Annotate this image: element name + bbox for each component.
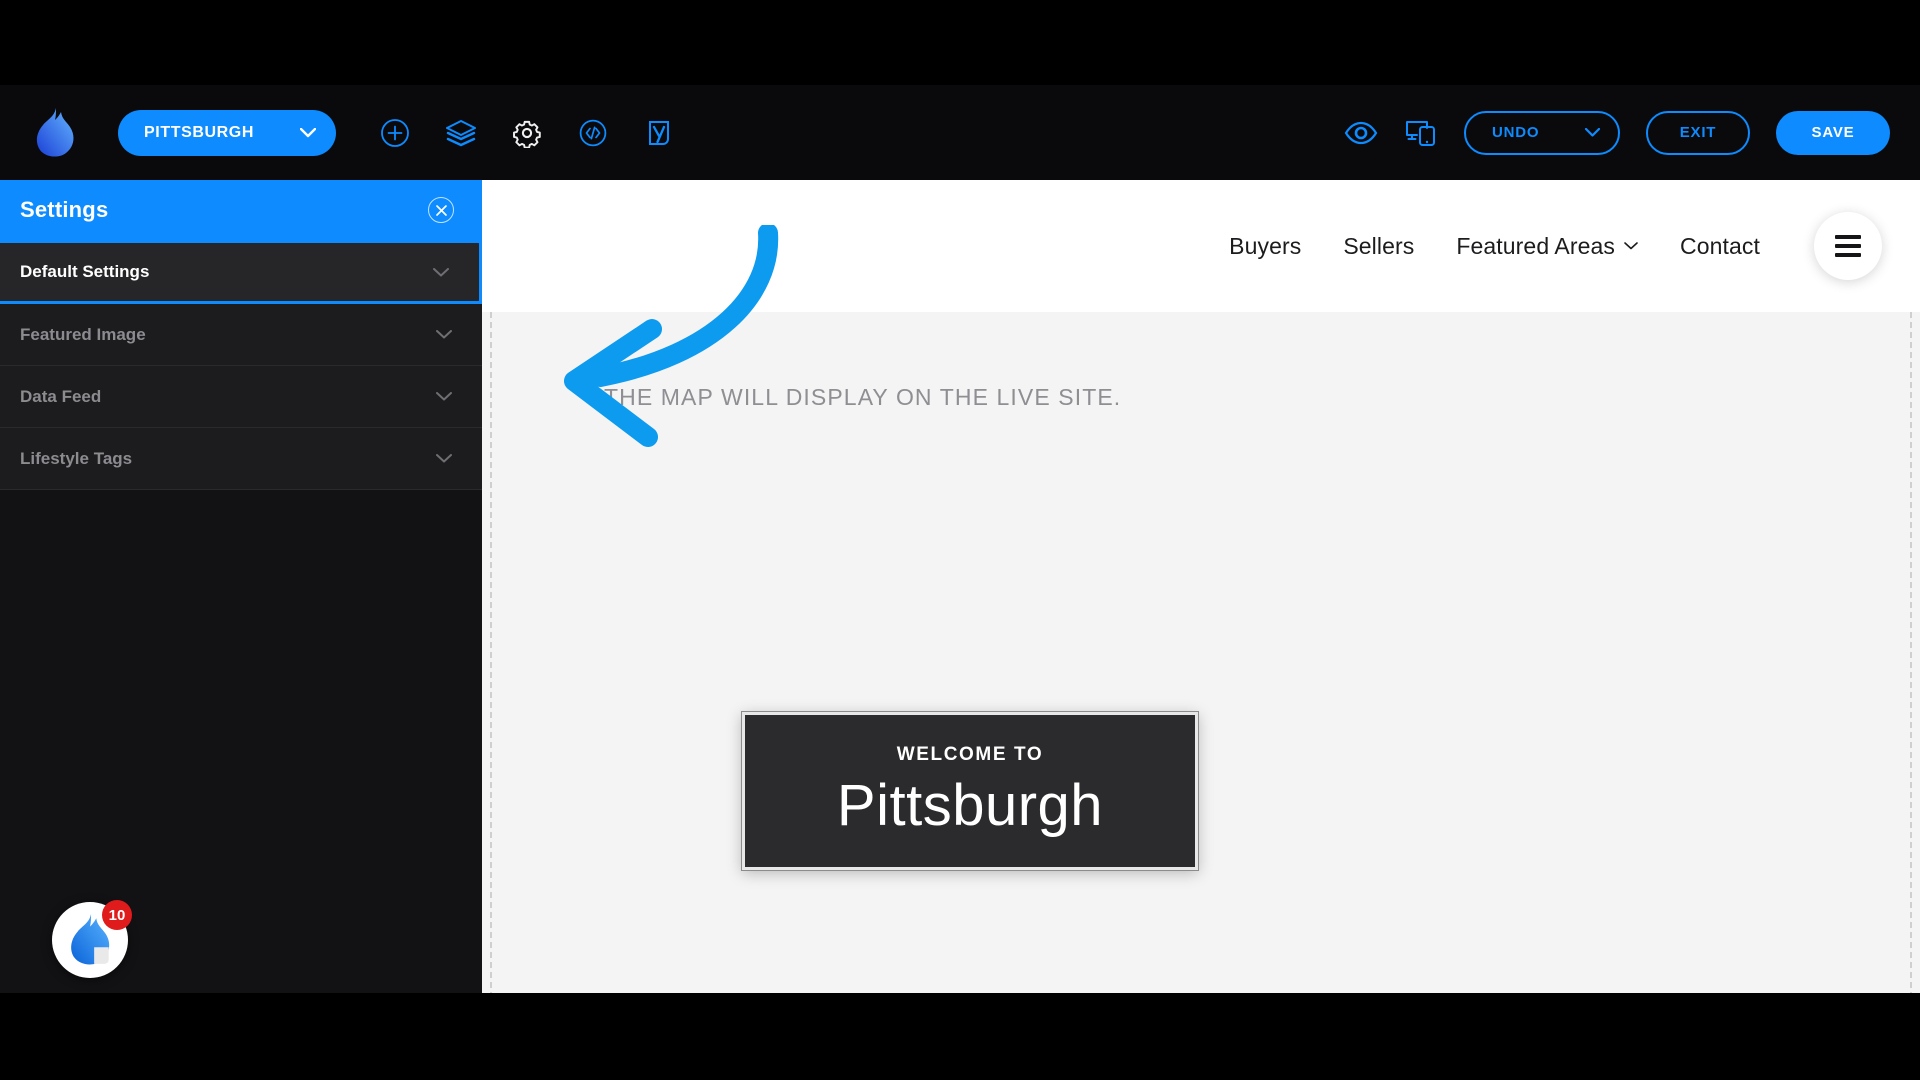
welcome-city-name: Pittsburgh	[836, 772, 1104, 838]
chevron-down-icon	[300, 127, 316, 137]
welcome-banner[interactable]: WELCOME TO Pittsburgh	[741, 711, 1199, 871]
sidebar-item-featured-image[interactable]: Featured Image	[0, 304, 482, 366]
yoast-seo-icon[interactable]	[642, 116, 676, 150]
sidebar-item-label: Default Settings	[20, 262, 150, 281]
chevron-down-icon	[436, 392, 452, 401]
undo-label: UNDO	[1492, 124, 1540, 141]
chat-badge-count: 10	[102, 900, 132, 930]
city-selector-button[interactable]: PITTSBURGH	[118, 109, 336, 156]
sidebar-item-lifestyle-tags[interactable]: Lifestyle Tags	[0, 428, 482, 490]
editor-toolbar: PITTSBURGH UNDO EXIT SAVE	[0, 85, 1920, 180]
nav-link-label: Featured Areas	[1456, 232, 1616, 259]
nav-link-label: Contact	[1680, 232, 1760, 259]
preview-eye-icon[interactable]	[1344, 116, 1378, 150]
editor-frame: PITTSBURGH UNDO EXIT SAVE Settings Defau…	[0, 85, 1920, 993]
nav-link-contact[interactable]: Contact	[1680, 233, 1760, 260]
site-navigation-bar: Buyers Sellers Featured Areas Contact	[482, 180, 1920, 312]
settings-sidebar: Settings Default Settings Featured Image…	[0, 180, 482, 993]
nav-link-sellers[interactable]: Sellers	[1343, 233, 1414, 260]
exit-button[interactable]: EXIT	[1646, 110, 1750, 155]
sidebar-title: Settings	[20, 197, 109, 222]
exit-label: EXIT	[1679, 124, 1717, 141]
nav-link-label: Buyers	[1229, 232, 1302, 259]
map-placeholder-text: THE MAP WILL DISPLAY ON THE LIVE SITE.	[604, 384, 1122, 410]
add-element-icon[interactable]	[378, 116, 412, 150]
nav-link-featured-areas[interactable]: Featured Areas	[1456, 233, 1638, 260]
hamburger-menu-icon[interactable]	[1814, 212, 1882, 280]
responsive-device-icon[interactable]	[1404, 116, 1438, 150]
toolbar-icon-group	[378, 116, 676, 150]
nav-link-label: Sellers	[1343, 232, 1415, 259]
nav-link-buyers[interactable]: Buyers	[1229, 233, 1301, 260]
close-circle-icon[interactable]	[428, 197, 454, 223]
chevron-down-icon	[1624, 242, 1638, 250]
sidebar-item-label: Data Feed	[20, 386, 102, 406]
save-label: SAVE	[1811, 124, 1855, 141]
chevron-down-icon	[436, 454, 452, 463]
layers-icon[interactable]	[444, 116, 478, 150]
site-preview-canvas: Buyers Sellers Featured Areas Contact TH…	[482, 180, 1920, 993]
chevron-down-icon	[436, 330, 452, 339]
code-icon[interactable]	[576, 116, 610, 150]
chat-widget[interactable]: 10	[52, 900, 132, 978]
sidebar-item-default-settings[interactable]: Default Settings	[0, 240, 482, 304]
flame-logo[interactable]	[32, 107, 78, 159]
chevron-down-icon	[1585, 128, 1600, 137]
welcome-eyebrow-text: WELCOME TO	[896, 743, 1044, 765]
chevron-down-icon	[433, 267, 449, 276]
sidebar-item-data-feed[interactable]: Data Feed	[0, 366, 482, 428]
sidebar-header: Settings	[0, 180, 482, 240]
toolbar-right-group: UNDO EXIT SAVE	[1344, 110, 1890, 155]
map-section: THE MAP WILL DISPLAY ON THE LIVE SITE. W…	[490, 312, 1912, 993]
nav-link-list: Buyers Sellers Featured Areas Contact	[1229, 233, 1760, 260]
city-selector-label: PITTSBURGH	[144, 123, 254, 141]
sidebar-item-label: Featured Image	[20, 324, 146, 344]
settings-gear-icon[interactable]	[510, 116, 544, 150]
sidebar-item-label: Lifestyle Tags	[20, 448, 133, 468]
undo-button[interactable]: UNDO	[1464, 110, 1620, 155]
save-button[interactable]: SAVE	[1776, 110, 1890, 155]
